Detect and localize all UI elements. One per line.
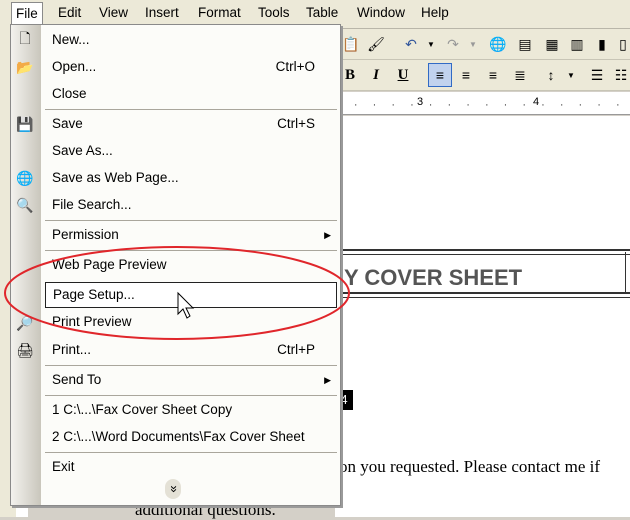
mouse-pointer-icon	[177, 291, 195, 319]
annotation-overlay	[4, 246, 350, 340]
highlight-ellipse	[4, 246, 350, 340]
